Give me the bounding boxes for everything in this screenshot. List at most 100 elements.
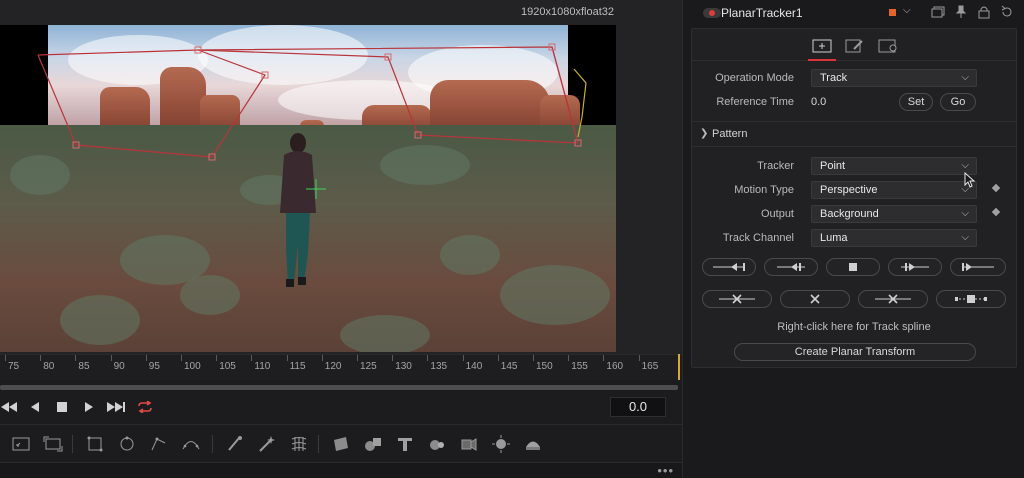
track-channel-value: Luma <box>820 232 848 244</box>
ruler-tick-label: 145 <box>500 361 518 372</box>
pattern-section-header[interactable]: ❯ Pattern <box>692 121 1016 147</box>
ruler-tick <box>286 355 288 361</box>
output-label: Output <box>760 208 794 220</box>
status-strip: ••• <box>0 462 682 478</box>
inspector-panel: PlanarTracker1 ⌵ Operation Mode Track ⌵ R <box>682 0 1024 478</box>
play-icon[interactable] <box>80 399 98 415</box>
tab-edit[interactable] <box>843 35 867 57</box>
tab-controls[interactable] <box>808 35 836 61</box>
reset-icon[interactable] <box>1000 5 1014 19</box>
output-row: Output Background ⌵ <box>692 205 1016 225</box>
paint-icon[interactable] <box>224 433 246 455</box>
rewind-icon[interactable] <box>0 399 18 415</box>
motion-type-dropdown[interactable]: Perspective ⌵ <box>811 181 977 199</box>
ruler-tick <box>462 355 464 361</box>
ruler-tick <box>216 355 218 361</box>
set-button[interactable]: Set <box>899 93 933 111</box>
motion-type-value: Perspective <box>820 184 878 196</box>
ruler-tick-label: 120 <box>324 361 342 372</box>
ruler-tick-label: 155 <box>571 361 588 372</box>
ruler-tick <box>533 355 534 361</box>
fast-forward-icon[interactable] <box>107 399 125 415</box>
node-enable-toggle[interactable] <box>703 8 721 18</box>
viewer[interactable]: 1920x1080xfloat32 <box>0 0 682 354</box>
polygon-mask-icon[interactable] <box>148 433 170 455</box>
delete-all-tracks-button[interactable] <box>936 290 1006 308</box>
go-button[interactable]: Go <box>940 93 976 111</box>
text3d-icon[interactable] <box>394 433 416 455</box>
chevron-down-icon[interactable]: ⌵ <box>903 5 911 16</box>
ruler-tick <box>75 355 77 361</box>
loop-icon[interactable] <box>136 399 154 415</box>
shape3d-icon[interactable] <box>362 433 384 455</box>
timeline-scrubber[interactable] <box>0 385 678 390</box>
versions-icon[interactable] <box>931 5 945 19</box>
ruler-tick-label: 110 <box>254 361 271 372</box>
ruler-tick-label: 85 <box>78 361 90 372</box>
delete-track-before-button[interactable] <box>702 290 772 308</box>
node-color-swatch[interactable] <box>889 9 896 16</box>
ruler-tick <box>251 355 253 361</box>
more-options-icon[interactable]: ••• <box>657 463 674 478</box>
ruler-tick-label: 135 <box>430 361 448 372</box>
pattern-section-title: Pattern <box>712 128 748 140</box>
ruler-tick <box>497 355 499 361</box>
operation-mode-value: Track <box>820 72 848 84</box>
operation-mode-dropdown[interactable]: Track ⌵ <box>811 69 977 87</box>
motion-type-label: Motion Type <box>734 184 794 196</box>
keyframe-icon[interactable] <box>991 207 1001 217</box>
ellipse-mask-icon[interactable] <box>116 433 138 455</box>
delete-track-current-button[interactable] <box>780 290 850 308</box>
rectangle-mask-icon[interactable] <box>84 433 106 455</box>
ruler-tick-label: 105 <box>219 361 236 372</box>
fit-view-icon[interactable] <box>10 433 32 455</box>
track-channel-label: Track Channel <box>722 232 794 244</box>
track-channel-dropdown[interactable]: Luma ⌵ <box>811 229 977 247</box>
delete-track-after-button[interactable] <box>858 290 928 308</box>
track-to-start-button[interactable] <box>702 258 756 276</box>
output-dropdown[interactable]: Background ⌵ <box>811 205 977 223</box>
ruler-tick-label: 140 <box>465 361 483 372</box>
track-spline-hint[interactable]: Right-click here for Track spline <box>692 321 1016 333</box>
viewer-image[interactable] <box>0 25 616 352</box>
lock-icon[interactable] <box>977 5 991 19</box>
current-time-field[interactable]: 0.0 <box>610 397 666 417</box>
create-planar-transform-button[interactable]: Create Planar Transform <box>734 343 976 361</box>
ruler-tick-label: 115 <box>289 361 306 372</box>
mouse-cursor-icon <box>964 172 976 188</box>
ruler-tick-label: 160 <box>606 361 624 372</box>
track-channel-row: Track Channel Luma ⌵ <box>692 229 1016 249</box>
image-plane-icon[interactable] <box>330 433 352 455</box>
stop-icon[interactable] <box>53 399 71 415</box>
renderer3d-icon[interactable] <box>522 433 544 455</box>
transport-controls <box>0 393 682 421</box>
viewer-toolbar <box>0 424 682 462</box>
grid-warp-icon[interactable] <box>288 433 310 455</box>
ruler-tick-label: 125 <box>360 361 377 372</box>
track-forward-button[interactable] <box>888 258 942 276</box>
track-backward-button[interactable] <box>764 258 818 276</box>
playhead[interactable] <box>678 354 680 380</box>
track-stop-button[interactable] <box>826 258 880 276</box>
ruler-tick <box>40 355 42 361</box>
ruler-tick-label: 95 <box>148 361 160 372</box>
tab-settings[interactable] <box>876 35 900 57</box>
reference-time-value[interactable]: 0.0 <box>811 96 826 108</box>
ruler-tick <box>638 355 640 361</box>
roi-icon[interactable] <box>42 433 64 455</box>
track-to-end-button[interactable] <box>950 258 1006 276</box>
keyframe-icon[interactable] <box>991 183 1001 193</box>
merge3d-icon[interactable] <box>426 433 448 455</box>
ruler-tick <box>181 355 182 361</box>
ruler-tick <box>110 355 112 361</box>
planar-tracker-overlay[interactable] <box>0 25 616 352</box>
ruler-tick-label: 80 <box>43 361 55 372</box>
light3d-icon[interactable] <box>490 433 512 455</box>
camera3d-icon[interactable] <box>458 433 480 455</box>
wand-icon[interactable] <box>256 433 278 455</box>
bspline-mask-icon[interactable] <box>180 433 202 455</box>
tracker-dropdown[interactable]: Point ⌵ <box>811 157 977 175</box>
timeline-ruler[interactable]: 75 80 85 90 95 100 105 110 115 120 125 130 135 140 145… <box>0 354 682 380</box>
pin-icon[interactable] <box>954 5 968 19</box>
step-back-icon[interactable] <box>26 399 44 415</box>
